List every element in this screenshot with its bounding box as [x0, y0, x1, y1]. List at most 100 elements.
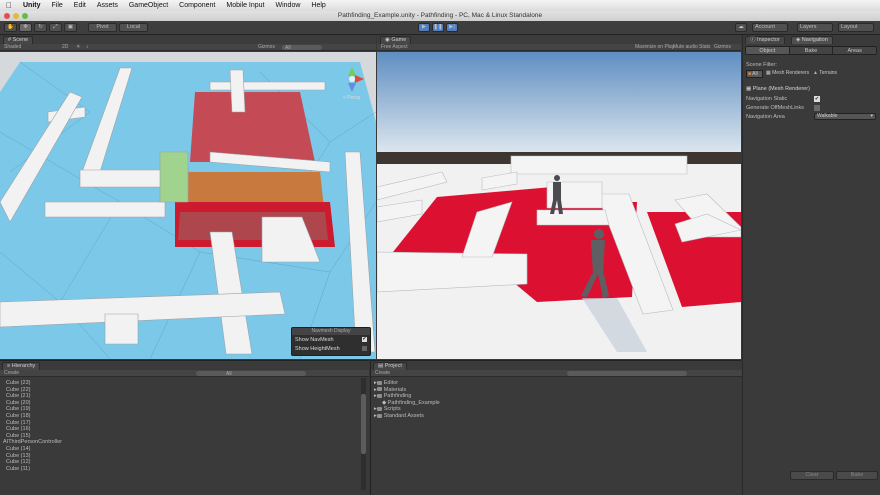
list-item[interactable]: AIThirdPersonController [3, 439, 62, 446]
minimize-window-icon[interactable] [13, 13, 19, 19]
menu-bar:  Unity File Edit Assets GameObject Comp… [0, 0, 880, 11]
filter-terrains-button[interactable]: ▲ Terrains [813, 70, 853, 78]
scene-gizmos-dropdown[interactable]: Gizmos [258, 44, 275, 50]
local-toggle[interactable]: Local [119, 23, 148, 32]
menu-component[interactable]: Component [179, 2, 215, 9]
filter-all-button[interactable]: ■ All [746, 70, 763, 78]
layers-dropdown[interactable]: Layers [797, 23, 833, 32]
show-navmesh-row[interactable]: Show NavMesh ✔ [292, 335, 370, 345]
mute-audio-toggle[interactable]: Mute audio [673, 44, 698, 50]
project-create-dropdown[interactable]: Create [375, 370, 390, 376]
project-panel: ▤ Project Create ▸ Editor ▸ Materials ▸ Pat… [370, 360, 742, 495]
audio-icon[interactable]: ♪ [86, 44, 89, 50]
tab-navigation[interactable]: ◈ Navigation [791, 36, 833, 44]
generate-offmeshlinks-label: Generate OffMeshLinks [746, 105, 804, 111]
generate-offmeshlinks-checkbox[interactable] [814, 105, 820, 111]
hierarchy-scrollbar-thumb[interactable] [361, 394, 366, 454]
menu-window[interactable]: Window [276, 2, 301, 9]
stats-toggle[interactable]: Stats [699, 44, 710, 50]
navigation-static-checkbox[interactable]: ✔ [814, 96, 820, 102]
pivot-toggle[interactable]: Pivot [88, 23, 117, 32]
hierarchy-search-input[interactable]: All [196, 370, 306, 376]
show-heightmesh-checkbox[interactable] [362, 346, 367, 351]
tab-scene[interactable]: # Scene [3, 36, 34, 44]
cloud-button[interactable]: ☁ [735, 23, 747, 32]
layout-dropdown[interactable]: Layout [838, 23, 874, 32]
subtab-bake[interactable]: Bake [788, 47, 833, 54]
asset-label: Pathfinding_Example [387, 399, 440, 406]
show-heightmesh-label: Show HeightMesh [295, 346, 340, 352]
list-item[interactable]: Cube (23) [6, 380, 62, 387]
list-item[interactable]: ▸ Editor [374, 380, 440, 387]
subtab-areas[interactable]: Areas [832, 47, 876, 54]
list-item[interactable]: ◆ Pathfinding_Example [374, 400, 440, 407]
bake-button[interactable]: Bake [836, 471, 878, 480]
list-item[interactable]: Cube (17) [6, 420, 62, 427]
filter-mesh-renderers-button[interactable]: ▦ Mesh Renderers [766, 70, 810, 78]
hierarchy-create-dropdown[interactable]: Create [4, 370, 19, 376]
list-item[interactable]: ▸ Materials [374, 387, 440, 394]
folder-icon [376, 393, 382, 398]
menu-edit[interactable]: Edit [74, 2, 86, 9]
game-gizmos-dropdown[interactable]: Gizmos [714, 44, 731, 50]
persp-label[interactable]: < Persp [343, 95, 361, 101]
list-item[interactable]: Cube (19) [6, 406, 62, 413]
list-item[interactable]: ▸ Pathfinding [374, 393, 440, 400]
scene-viewport[interactable]: < Persp [0, 52, 376, 359]
list-item[interactable]: Cube (12) [6, 459, 62, 466]
list-item[interactable]: Cube (14) [6, 446, 62, 453]
list-item[interactable]: Cube (16) [6, 426, 62, 433]
zoom-window-icon[interactable] [22, 13, 28, 19]
navigation-tab-icon: ◈ [796, 37, 801, 43]
game-viewport[interactable] [377, 52, 741, 359]
move-tool-button[interactable]: ✥ [19, 23, 32, 32]
list-item[interactable]: ▸ Scripts [374, 406, 440, 413]
list-item[interactable]: Cube (22) [6, 387, 62, 394]
menu-help[interactable]: Help [311, 2, 325, 9]
menu-gameobject[interactable]: GameObject [129, 2, 168, 9]
pause-button[interactable]: ❚❚ [432, 23, 444, 32]
2d-toggle[interactable]: 2D [62, 44, 68, 50]
navigation-area-dropdown[interactable]: Walkable ▾ [814, 113, 876, 120]
menu-file[interactable]: File [52, 2, 63, 9]
list-item[interactable]: Cube (21) [6, 393, 62, 400]
show-navmesh-checkbox[interactable]: ✔ [362, 337, 367, 342]
list-item[interactable]: Cube (13) [6, 453, 62, 460]
scale-tool-button[interactable]: ⤢ [49, 23, 62, 32]
list-item[interactable]: Cube (15) [6, 433, 62, 440]
menu-unity[interactable]: Unity [23, 2, 41, 9]
list-item[interactable]: Cube (20) [6, 400, 62, 407]
clear-button[interactable]: Clear [790, 471, 834, 480]
hand-tool-button[interactable]: ✋ [4, 23, 17, 32]
scene-search-input[interactable]: All [282, 44, 322, 50]
hand-icon: ✋ [7, 24, 14, 30]
list-item[interactable]: Cube (18) [6, 413, 62, 420]
menu-assets[interactable]: Assets [97, 2, 118, 9]
account-dropdown[interactable]: Account [752, 23, 788, 32]
tab-inspector[interactable]: ⓘ Inspector [745, 36, 785, 44]
subtab-object[interactable]: Object [746, 47, 789, 54]
hierarchy-scrollbar[interactable] [361, 378, 366, 490]
project-search-input[interactable] [567, 370, 687, 376]
maximize-on-play-toggle[interactable]: Maximize on Play [635, 44, 674, 50]
apple-menu[interactable]:  [6, 1, 12, 10]
shading-dropdown[interactable]: Shaded [4, 44, 21, 50]
list-item[interactable]: Cube (11) [6, 466, 62, 473]
show-heightmesh-row[interactable]: Show HeightMesh [292, 345, 370, 353]
tab-hierarchy[interactable]: ≡ Hierarchy [2, 362, 41, 370]
rect-tool-button[interactable]: ▣ [64, 23, 77, 32]
menu-mobile-input[interactable]: Mobile Input [226, 2, 264, 9]
filter-mesh-renderers-label: Mesh Renderers [772, 70, 810, 76]
tab-project[interactable]: ▤ Project [373, 362, 407, 370]
rect-icon: ▣ [67, 24, 74, 30]
play-button[interactable]: ▶ [418, 23, 430, 32]
project-tab-label: Project [384, 363, 402, 369]
tab-game[interactable]: ◉ Game [380, 36, 412, 44]
navigation-area-value: Walkable [817, 113, 838, 119]
lighting-icon[interactable]: ☀ [76, 44, 80, 50]
aspect-dropdown[interactable]: Free Aspect [381, 44, 408, 50]
rotate-tool-button[interactable]: ↻ [34, 23, 47, 32]
list-item[interactable]: ▸ Standard Assets [374, 413, 440, 420]
close-window-icon[interactable] [4, 13, 10, 19]
step-button[interactable]: ▶| [446, 23, 458, 32]
